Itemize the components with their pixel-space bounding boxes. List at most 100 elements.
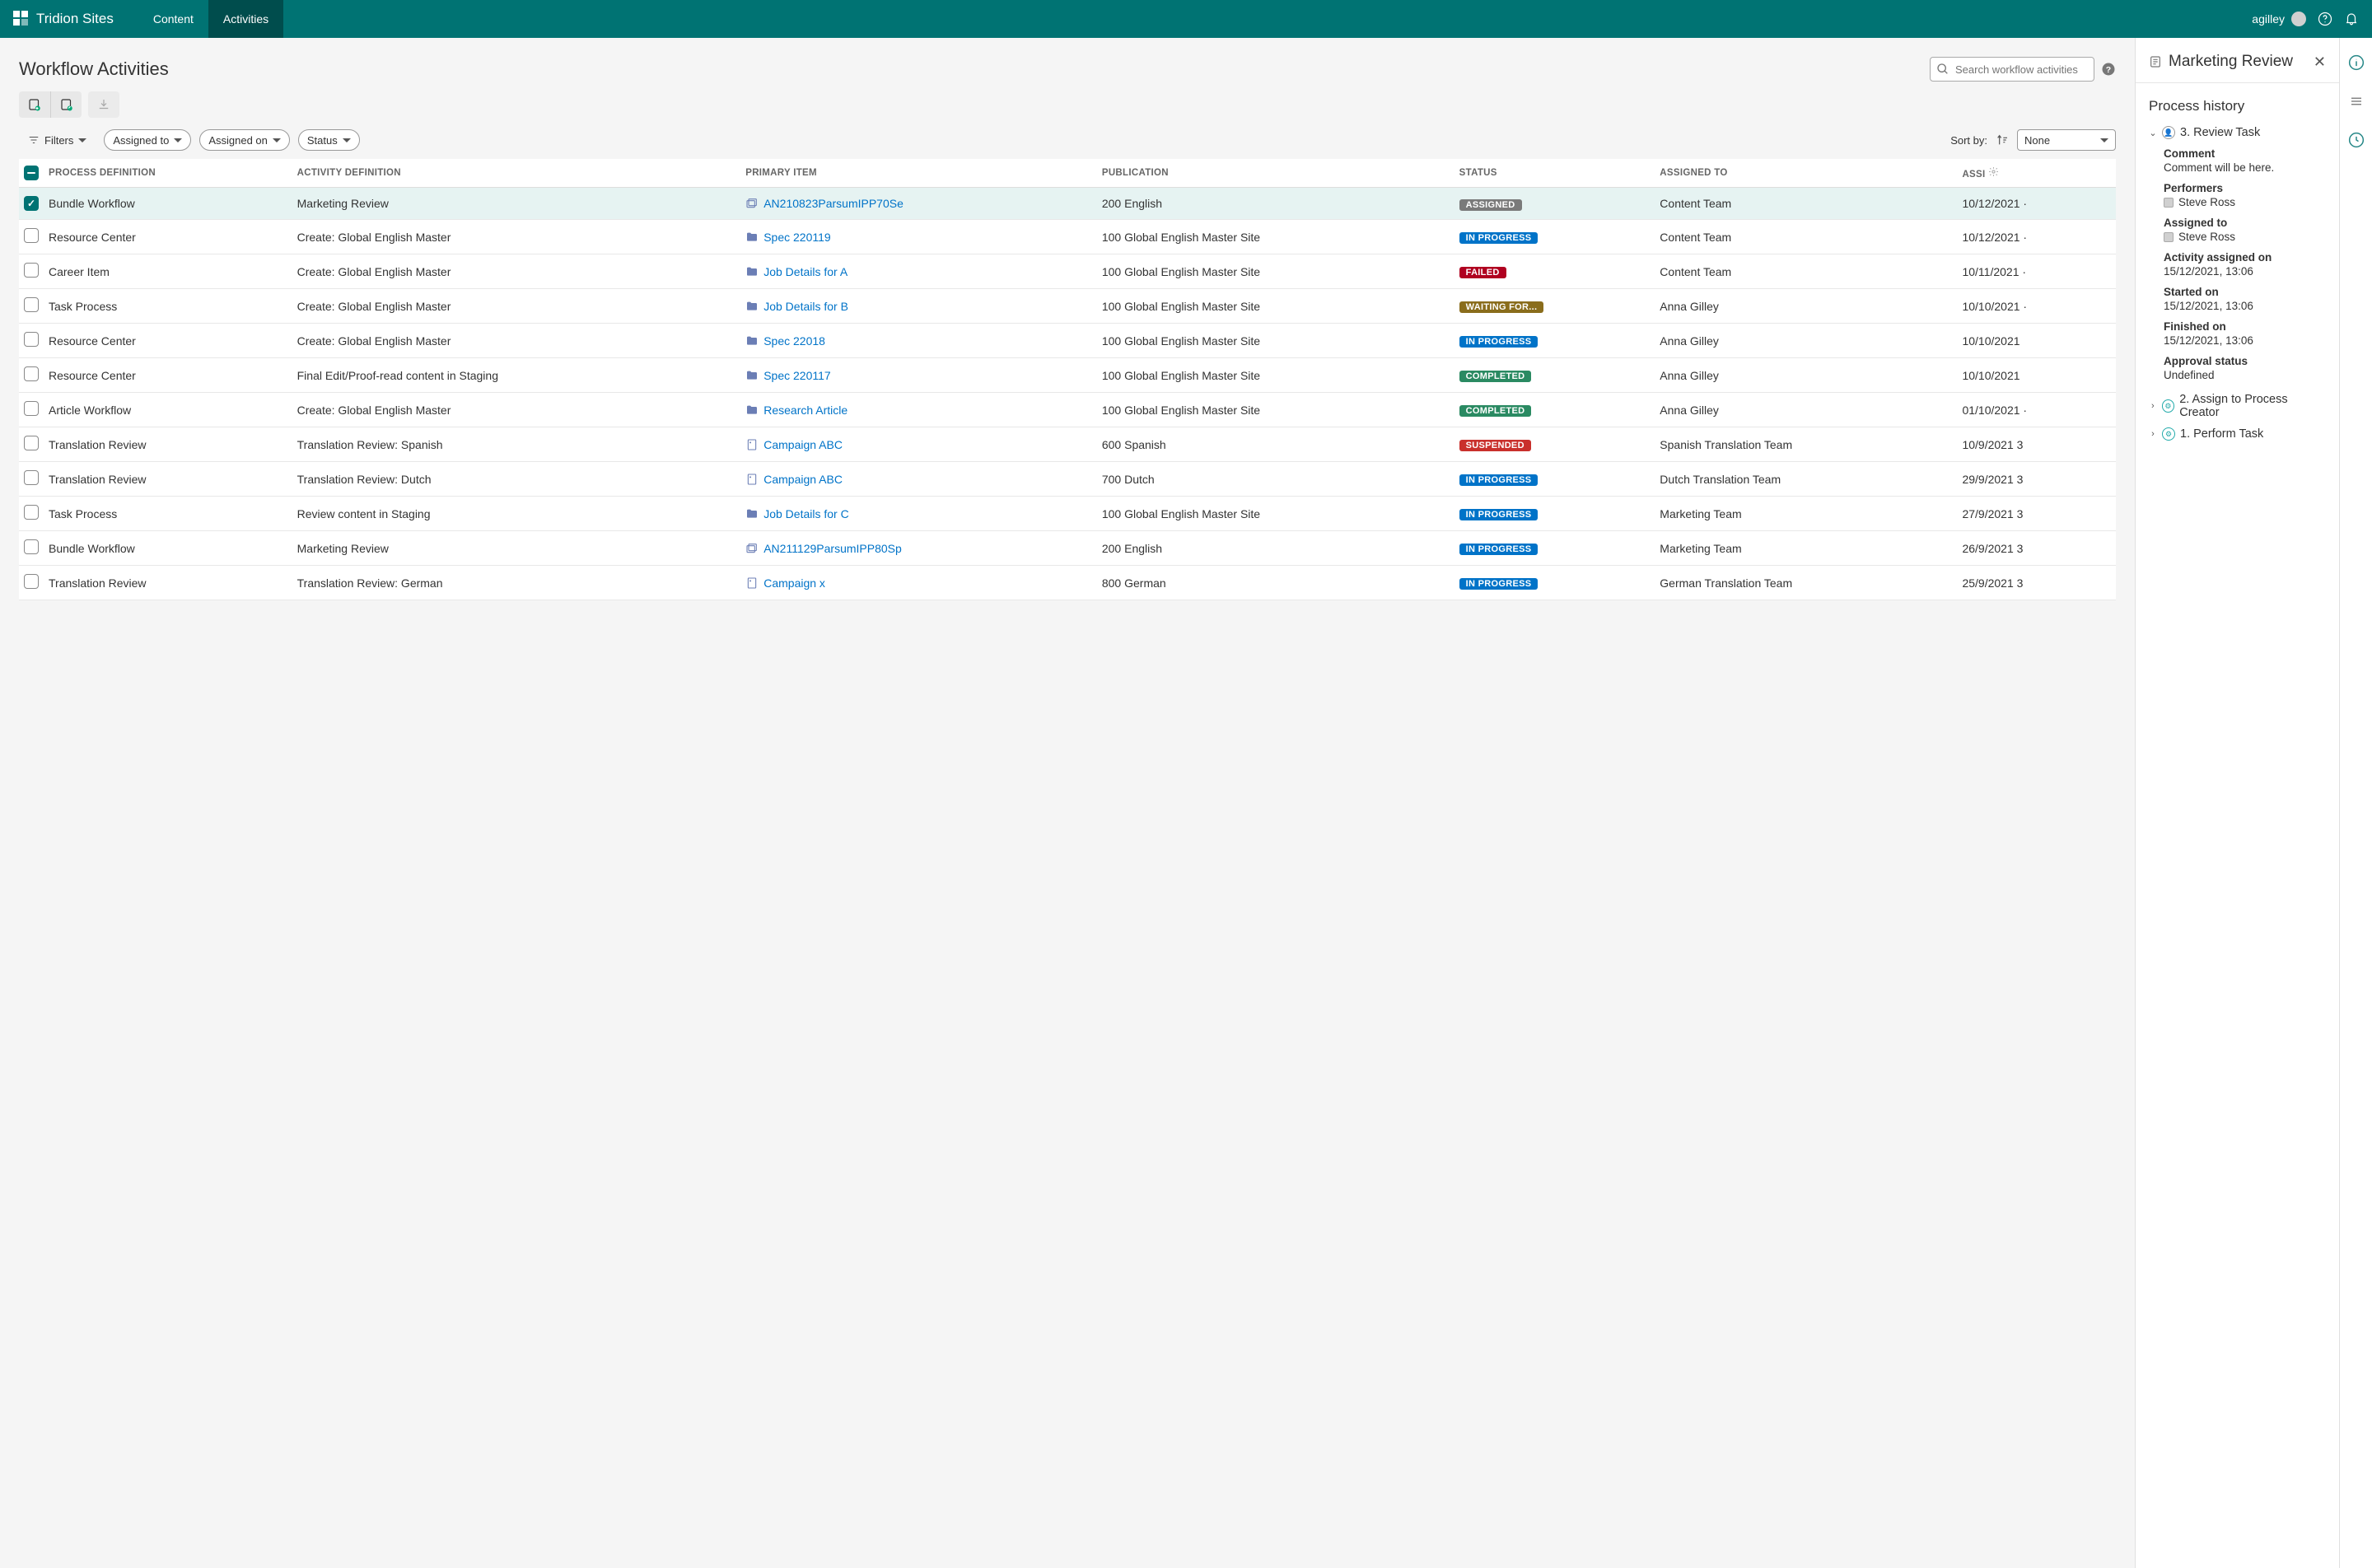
page-title: Workflow Activities [19, 58, 169, 80]
row-checkbox[interactable] [24, 470, 39, 485]
filter-icon [28, 134, 40, 146]
primary-item-link[interactable]: Campaign x [763, 576, 825, 590]
row-checkbox[interactable] [24, 297, 39, 312]
menu-icon[interactable] [2349, 94, 2364, 109]
primary-item-link[interactable]: Campaign ABC [763, 438, 843, 451]
folder-icon [745, 404, 759, 417]
cell-publication: 700 Dutch [1097, 462, 1454, 497]
filter-pill-assigned-on[interactable]: Assigned on [199, 129, 290, 151]
tree-item-perform-task[interactable]: › ⚙ 1. Perform Task [2149, 427, 2326, 441]
filter-pill-assigned-to[interactable]: Assigned to [104, 129, 191, 151]
close-icon[interactable]: ✕ [2314, 54, 2326, 71]
primary-item-link[interactable]: Job Details for B [763, 300, 848, 313]
chevron-down-icon [78, 138, 86, 142]
primary-item-link[interactable]: AN210823ParsumIPP70Se [763, 197, 904, 210]
table-row[interactable]: Translation ReviewTranslation Review: Ge… [19, 566, 2116, 600]
page-icon [745, 438, 759, 451]
table-row[interactable]: Article WorkflowCreate: Global English M… [19, 393, 2116, 427]
primary-item-link[interactable]: Spec 220119 [763, 231, 830, 244]
tree-details: Comment Comment will be here. Performers… [2149, 147, 2326, 393]
gear-icon[interactable] [1988, 166, 1999, 177]
row-checkbox[interactable] [24, 263, 39, 278]
cell-assign-date: 25/9/2021 3 [1957, 566, 2116, 600]
row-checkbox[interactable] [24, 366, 39, 381]
comment-label: Comment [2164, 147, 2326, 160]
row-checkbox[interactable] [24, 574, 39, 589]
cell-assign-date: 10/10/2021 [1957, 358, 2116, 393]
row-checkbox[interactable] [24, 332, 39, 347]
filters-button[interactable]: Filters [19, 129, 96, 151]
filters-label: Filters [44, 134, 73, 147]
select-all-checkbox[interactable] [24, 166, 39, 180]
row-checkbox[interactable] [24, 436, 39, 450]
row-checkbox[interactable] [24, 505, 39, 520]
cell-publication: 100 Global English Master Site [1097, 220, 1454, 254]
col-assigned-to[interactable]: ASSIGNED TO [1655, 159, 1957, 188]
nav-activities[interactable]: Activities [208, 0, 283, 38]
table-row[interactable]: Translation ReviewTranslation Review: Du… [19, 462, 2116, 497]
row-checkbox[interactable] [24, 196, 39, 211]
table-row[interactable]: Bundle WorkflowMarketing ReviewAN211129P… [19, 531, 2116, 566]
primary-item-link[interactable]: Job Details for A [763, 265, 847, 278]
row-checkbox[interactable] [24, 401, 39, 416]
product-name: Tridion Sites [36, 11, 114, 27]
cell-assign-date: 10/10/2021 · [1957, 289, 2116, 324]
table-row[interactable]: Bundle WorkflowMarketing ReviewAN210823P… [19, 188, 2116, 220]
user-menu[interactable]: agilley [2252, 12, 2306, 26]
cell-assign-date: 26/9/2021 3 [1957, 531, 2116, 566]
help-icon[interactable] [2318, 12, 2332, 26]
table-row[interactable]: Resource CenterFinal Edit/Proof-read con… [19, 358, 2116, 393]
info-icon[interactable] [2348, 54, 2365, 71]
search-input[interactable] [1930, 57, 2094, 82]
table-row[interactable]: Task ProcessReview content in StagingJob… [19, 497, 2116, 531]
primary-item-link[interactable]: Campaign ABC [763, 473, 843, 486]
start-activity-button[interactable] [19, 91, 50, 118]
primary-item-link[interactable]: AN211129ParsumIPP80Sp [763, 542, 902, 555]
history-icon[interactable] [2348, 132, 2365, 148]
table-row[interactable]: Career ItemCreate: Global English Master… [19, 254, 2116, 289]
tree-item-review-task[interactable]: ⌄ 👤 3. Review Task [2149, 126, 2326, 139]
table-row[interactable]: Task ProcessCreate: Global English Maste… [19, 289, 2116, 324]
gear-icon: ⚙ [2162, 399, 2175, 413]
finish-activity-button[interactable] [50, 91, 82, 118]
filter-pill-status[interactable]: Status [298, 129, 360, 151]
table-row[interactable]: Translation ReviewTranslation Review: Sp… [19, 427, 2116, 462]
primary-item-link[interactable]: Spec 220117 [763, 369, 830, 382]
col-publication[interactable]: PUBLICATION [1097, 159, 1454, 188]
chevron-down-icon [174, 138, 182, 142]
col-activity[interactable]: ACTIVITY DEFINITION [292, 159, 741, 188]
nav-content[interactable]: Content [138, 0, 208, 38]
cell-process: Resource Center [44, 220, 292, 254]
cell-assign-date: 01/10/2021 · [1957, 393, 2116, 427]
cell-process: Resource Center [44, 358, 292, 393]
chevron-down-icon [2100, 138, 2108, 142]
bell-icon[interactable] [2344, 12, 2359, 26]
sort-icon[interactable] [1996, 133, 2009, 147]
primary-item-link[interactable]: Spec 22018 [763, 334, 825, 348]
cell-assign-date: 10/12/2021 · [1957, 188, 2116, 220]
status-badge: WAITING FOR... [1459, 301, 1544, 313]
chevron-right-icon: › [2149, 401, 2157, 411]
right-rail [2339, 38, 2372, 1568]
tree-item-assign-creator[interactable]: › ⚙ 2. Assign to Process Creator [2149, 393, 2326, 419]
folder-icon [745, 231, 759, 244]
status-badge: ASSIGNED [1459, 199, 1522, 211]
primary-item-link[interactable]: Research Article [763, 404, 847, 417]
col-process[interactable]: PROCESS DEFINITION [44, 159, 292, 188]
row-checkbox[interactable] [24, 539, 39, 554]
row-checkbox[interactable] [24, 228, 39, 243]
download-button[interactable] [88, 91, 119, 118]
gear-icon: ⚙ [2162, 427, 2175, 441]
cell-assigned-to: Spanish Translation Team [1655, 427, 1957, 462]
primary-item-link[interactable]: Job Details for C [763, 507, 848, 520]
table-row[interactable]: Resource CenterCreate: Global English Ma… [19, 324, 2116, 358]
search-icon [1936, 63, 1949, 76]
sort-select[interactable]: None [2017, 129, 2116, 151]
cell-publication: 100 Global English Master Site [1097, 393, 1454, 427]
col-primary[interactable]: PRIMARY ITEM [740, 159, 1097, 188]
col-status[interactable]: STATUS [1454, 159, 1655, 188]
search-help-icon[interactable]: ? [2101, 62, 2116, 77]
activities-table: PROCESS DEFINITION ACTIVITY DEFINITION P… [19, 159, 2116, 600]
col-assi[interactable]: ASSI [1957, 159, 2116, 188]
table-row[interactable]: Resource CenterCreate: Global English Ma… [19, 220, 2116, 254]
